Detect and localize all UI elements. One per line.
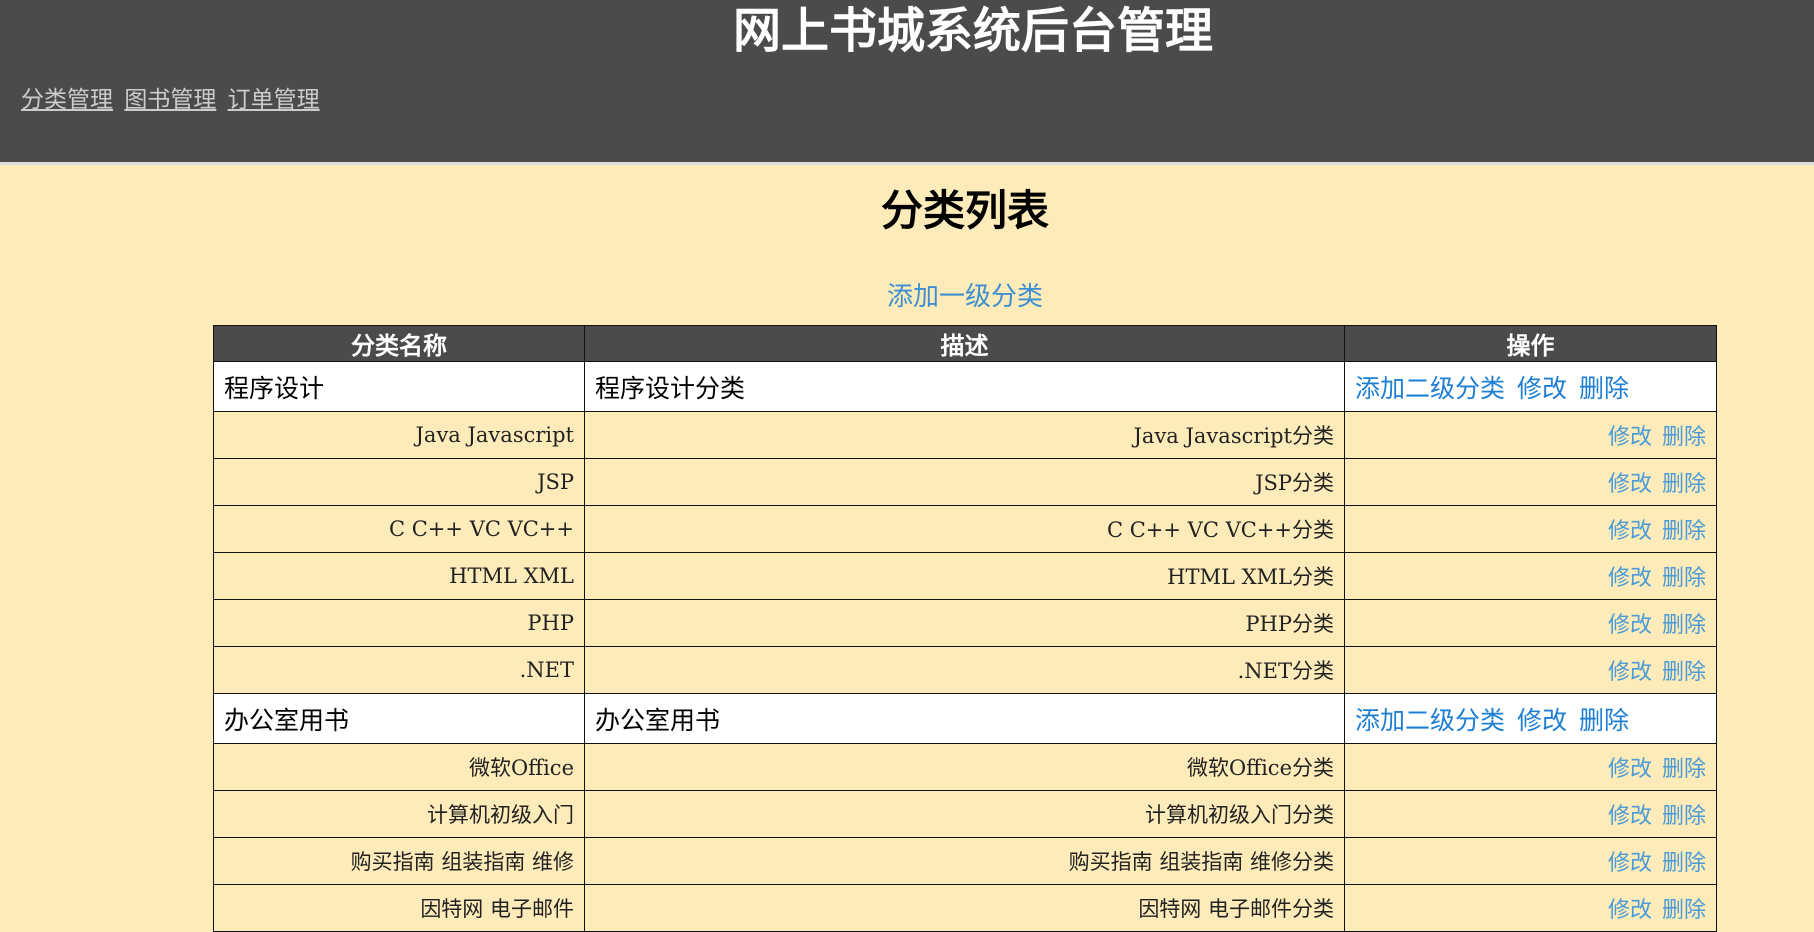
category-name-cell: 微软Office: [213, 743, 585, 791]
category-actions-cell: 修改 删除: [1344, 458, 1717, 506]
category-description-cell: 微软Office分类: [584, 743, 1345, 791]
category-description-cell: Java Javascript分类: [584, 411, 1345, 459]
edit-link[interactable]: 修改: [1608, 566, 1652, 591]
category-name-cell: JSP: [213, 458, 585, 506]
page-title: 分类列表: [880, 186, 1049, 235]
category-actions-cell: 修改 删除: [1344, 743, 1717, 791]
category-actions-cell: 添加二级分类 修改 删除: [1344, 693, 1717, 744]
category-table-body: 程序设计 程序设计分类 添加二级分类 修改 删除 Java Javascript Java …: [213, 361, 1717, 932]
category-name-cell: 办公室用书: [213, 693, 585, 744]
column-header-description: 描述: [584, 325, 1345, 362]
category-name-cell: 因特网 电子邮件: [213, 884, 585, 932]
category-actions-cell: 修改 删除: [1344, 411, 1717, 459]
edit-link[interactable]: 修改: [1517, 374, 1567, 403]
column-header-name: 分类名称: [213, 325, 585, 362]
edit-link[interactable]: 修改: [1517, 706, 1567, 735]
category-description-cell: HTML XML分类: [584, 552, 1345, 600]
edit-link[interactable]: 修改: [1608, 851, 1652, 876]
top-nav: 分类管理 图书管理 订单管理: [21, 80, 324, 114]
category-actions-cell: 修改 删除: [1344, 884, 1717, 932]
category-name-cell: 计算机初级入门: [213, 790, 585, 838]
edit-link[interactable]: 修改: [1608, 519, 1652, 544]
delete-link[interactable]: 删除: [1662, 566, 1706, 591]
delete-link[interactable]: 删除: [1662, 757, 1706, 782]
category-description-cell: 因特网 电子邮件分类: [584, 884, 1345, 932]
delete-link[interactable]: 删除: [1662, 804, 1706, 829]
category-table: 分类名称 描述 操作 程序设计 程序设计分类 添加二级分类 修改 删除 Java Java…: [213, 325, 1717, 932]
category-row-level2: 因特网 电子邮件 因特网 电子邮件分类 修改 删除: [213, 884, 1717, 932]
delete-link[interactable]: 删除: [1662, 472, 1706, 497]
edit-link[interactable]: 修改: [1608, 898, 1652, 923]
delete-link[interactable]: 删除: [1662, 660, 1706, 685]
category-actions-cell: 添加二级分类 修改 删除: [1344, 361, 1717, 412]
edit-link[interactable]: 修改: [1608, 804, 1652, 829]
nav-book-management[interactable]: 图书管理: [124, 87, 216, 113]
edit-link[interactable]: 修改: [1608, 660, 1652, 685]
delete-link[interactable]: 删除: [1579, 374, 1629, 403]
category-actions-cell: 修改 删除: [1344, 837, 1717, 885]
category-row-level2: Java Javascript Java Javascript分类 修改 删除: [213, 411, 1717, 459]
category-name-cell: 程序设计: [213, 361, 585, 412]
edit-link[interactable]: 修改: [1608, 425, 1652, 450]
category-description-cell: 办公室用书: [584, 693, 1345, 744]
category-row-level2: C C++ VC VC++ C C++ VC VC++分类 修改 删除: [213, 505, 1717, 553]
edit-link[interactable]: 修改: [1608, 613, 1652, 638]
delete-link[interactable]: 删除: [1662, 613, 1706, 638]
category-actions-cell: 修改 删除: [1344, 505, 1717, 553]
header: 网上书城系统后台管理 分类管理 图书管理 订单管理: [0, 0, 1814, 165]
category-description-cell: 购买指南 组装指南 维修分类: [584, 837, 1345, 885]
category-name-cell: HTML XML: [213, 552, 585, 600]
category-row-level2: HTML XML HTML XML分类 修改 删除: [213, 552, 1717, 600]
edit-link[interactable]: 修改: [1608, 472, 1652, 497]
category-name-cell: Java Javascript: [213, 411, 585, 459]
delete-link[interactable]: 删除: [1662, 519, 1706, 544]
category-name-cell: C C++ VC VC++: [213, 505, 585, 553]
category-row-level2: 购买指南 组装指南 维修 购买指南 组装指南 维修分类 修改 删除: [213, 837, 1717, 885]
nav-order-management[interactable]: 订单管理: [228, 87, 320, 113]
category-row-level2: JSP JSP分类 修改 删除: [213, 458, 1717, 506]
category-row-level2: 计算机初级入门 计算机初级入门分类 修改 删除: [213, 790, 1717, 838]
category-actions-cell: 修改 删除: [1344, 599, 1717, 647]
table-header-row: 分类名称 描述 操作: [213, 325, 1717, 362]
category-row-level1: 办公室用书 办公室用书 添加二级分类 修改 删除: [213, 693, 1717, 744]
category-actions-cell: 修改 删除: [1344, 790, 1717, 838]
delete-link[interactable]: 删除: [1662, 851, 1706, 876]
category-description-cell: JSP分类: [584, 458, 1345, 506]
nav-category-management[interactable]: 分类管理: [21, 87, 113, 113]
category-row-level2: .NET .NET分类 修改 删除: [213, 646, 1717, 694]
site-title: 网上书城系统后台管理: [732, 3, 1213, 59]
category-actions-cell: 修改 删除: [1344, 552, 1717, 600]
category-description-cell: 程序设计分类: [584, 361, 1345, 412]
category-description-cell: PHP分类: [584, 599, 1345, 647]
delete-link[interactable]: 删除: [1579, 706, 1629, 735]
category-row-level2: PHP PHP分类 修改 删除: [213, 599, 1717, 647]
column-header-actions: 操作: [1344, 325, 1717, 362]
category-actions-cell: 修改 删除: [1344, 646, 1717, 694]
category-row-level1: 程序设计 程序设计分类 添加二级分类 修改 删除: [213, 361, 1717, 412]
add-top-category-link[interactable]: 添加一级分类: [0, 280, 1814, 314]
add-subcategory-link[interactable]: 添加二级分类: [1355, 374, 1505, 403]
delete-link[interactable]: 删除: [1662, 898, 1706, 923]
delete-link[interactable]: 删除: [1662, 425, 1706, 450]
category-name-cell: PHP: [213, 599, 585, 647]
category-description-cell: C C++ VC VC++分类: [584, 505, 1345, 553]
category-name-cell: .NET: [213, 646, 585, 694]
edit-link[interactable]: 修改: [1608, 757, 1652, 782]
add-subcategory-link[interactable]: 添加二级分类: [1355, 706, 1505, 735]
category-description-cell: 计算机初级入门分类: [584, 790, 1345, 838]
category-name-cell: 购买指南 组装指南 维修: [213, 837, 585, 885]
category-row-level2: 微软Office 微软Office分类 修改 删除: [213, 743, 1717, 791]
category-description-cell: .NET分类: [584, 646, 1345, 694]
